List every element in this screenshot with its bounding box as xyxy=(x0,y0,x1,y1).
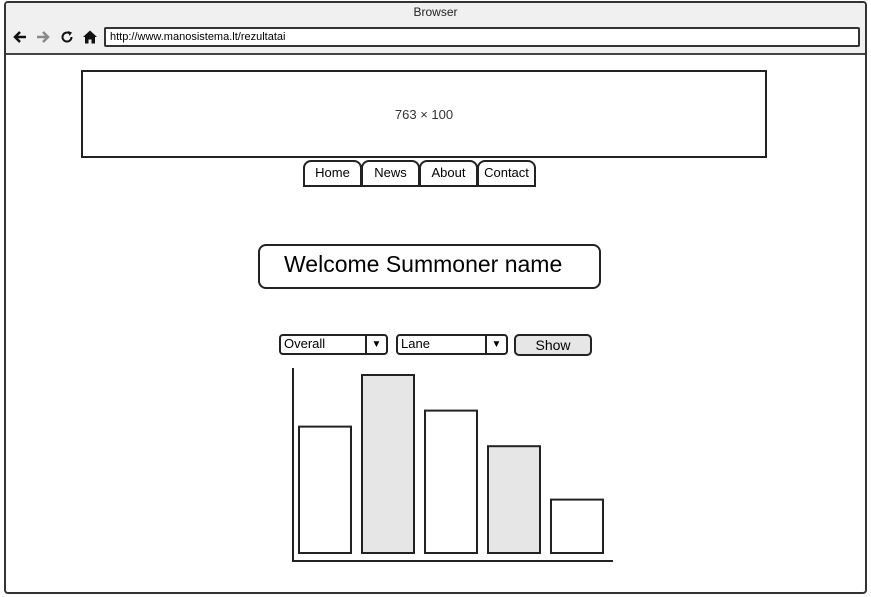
browser-titlebar: Browser http://www.manosistema.lt/rezult… xyxy=(6,3,865,55)
banner-size-label: 763 × 100 xyxy=(394,106,454,122)
tab-contact[interactable]: Contact xyxy=(477,160,536,187)
back-arrow-icon[interactable] xyxy=(10,27,30,47)
reload-icon[interactable] xyxy=(57,27,77,47)
address-bar[interactable]: http://www.manosistema.lt/rezultatai xyxy=(104,27,860,47)
overall-select[interactable]: Overall ▼ xyxy=(279,334,388,355)
chart-bar-4 xyxy=(487,445,541,554)
lane-select-value: Lane xyxy=(401,336,430,351)
chart-bar-5 xyxy=(550,498,604,555)
tab-home[interactable]: Home xyxy=(303,160,362,187)
bar-chart xyxy=(292,368,613,562)
chart-bar-2 xyxy=(361,374,415,554)
overall-select-value: Overall xyxy=(284,336,326,351)
chevron-down-icon[interactable]: ▼ xyxy=(485,336,506,353)
chart-bar-3 xyxy=(424,409,478,554)
browser-window: Browser http://www.manosistema.lt/rezult… xyxy=(4,1,867,594)
welcome-heading: Welcome Summoner name xyxy=(258,244,601,289)
window-title: Browser xyxy=(413,5,458,19)
show-button[interactable]: Show xyxy=(514,334,592,356)
tab-about[interactable]: About xyxy=(419,160,478,187)
lane-select[interactable]: Lane ▼ xyxy=(396,334,508,355)
forward-arrow-icon[interactable] xyxy=(33,27,53,47)
chart-bar-1 xyxy=(298,425,352,554)
banner-placeholder: 763 × 100 xyxy=(81,70,767,158)
home-icon[interactable] xyxy=(80,27,100,47)
chevron-down-icon[interactable]: ▼ xyxy=(365,336,386,353)
tab-news[interactable]: News xyxy=(361,160,420,187)
